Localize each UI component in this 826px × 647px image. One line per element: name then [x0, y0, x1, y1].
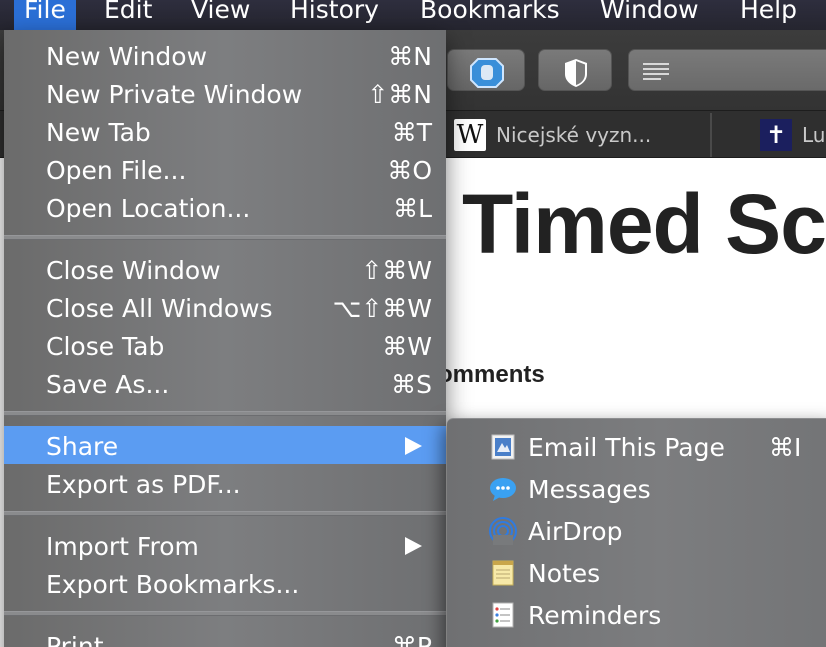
menu-item-close-all-windows[interactable]: Close All Windows ⌥⇧⌘W	[4, 288, 446, 326]
tab-separator	[710, 113, 712, 157]
share-item-email[interactable]: Email This Page ⌘I	[447, 427, 826, 467]
shield-icon	[565, 59, 587, 87]
menu-item-label: Save As...	[46, 370, 170, 399]
airdrop-icon	[489, 517, 517, 545]
menu-item-save-as[interactable]: Save As... ⌘S	[4, 364, 446, 402]
share-item-label: Email This Page	[528, 433, 725, 462]
menu-separator	[4, 235, 446, 240]
share-item-airdrop[interactable]: AirDrop	[447, 511, 826, 551]
menu-item-label: New Private Window	[46, 80, 303, 109]
menu-separator	[4, 611, 446, 616]
tab-cross[interactable]: ✝ Lu	[760, 111, 825, 158]
menu-item-shortcut: ⌘P	[391, 632, 432, 647]
page-title: Timed Scr	[462, 177, 826, 271]
menu-item-label: Print	[46, 632, 104, 647]
menu-item-label: Close Window	[46, 256, 221, 285]
menu-item-label: Close Tab	[46, 332, 165, 361]
submenu-arrow-icon	[405, 437, 422, 455]
menu-window[interactable]: Window	[590, 0, 709, 30]
tab-label: Lu	[802, 122, 826, 147]
menu-item-label: Open File...	[46, 156, 187, 185]
reader-icon	[643, 63, 669, 80]
share-item-label: Notes	[528, 559, 601, 588]
menu-item-open-location[interactable]: Open Location... ⌘L	[4, 188, 446, 226]
stop-hand-icon	[470, 58, 504, 88]
menu-item-shortcut: ⇧⌘W	[361, 256, 432, 285]
share-item-notes[interactable]: Notes	[447, 553, 826, 593]
share-item-reminders[interactable]: Reminders	[447, 595, 826, 635]
menu-item-close-tab[interactable]: Close Tab ⌘W	[4, 326, 446, 364]
wikipedia-icon: W	[454, 118, 486, 151]
share-submenu: Email This Page ⌘I Messages AirDrop Note…	[447, 418, 826, 647]
menu-item-shortcut: ⌘W	[382, 332, 432, 361]
menu-item-new-window[interactable]: New Window ⌘N	[4, 36, 446, 74]
menu-item-shortcut: ⌘S	[391, 370, 432, 399]
share-item-shortcut: ⌘I	[769, 433, 802, 462]
menu-history[interactable]: History	[280, 0, 389, 30]
menu-item-label: New Tab	[46, 118, 151, 147]
menu-bar: File Edit View History Bookmarks Window …	[0, 0, 826, 30]
menu-item-new-tab[interactable]: New Tab ⌘T	[4, 112, 446, 150]
menu-bookmarks[interactable]: Bookmarks	[410, 0, 570, 30]
menu-item-shortcut: ⌥⇧⌘W	[332, 294, 432, 323]
menu-item-shortcut: ⌘T	[391, 118, 432, 147]
menu-item-close-window[interactable]: Close Window ⇧⌘W	[4, 250, 446, 288]
notes-icon	[492, 560, 514, 586]
tab-wikipedia[interactable]: W Nicejské vyzn...	[454, 111, 651, 158]
menu-help[interactable]: Help	[730, 0, 807, 30]
menu-item-open-file[interactable]: Open File... ⌘O	[4, 150, 446, 188]
messages-icon	[490, 478, 516, 501]
tab-label: Nicejské vyzn...	[496, 122, 652, 147]
submenu-arrow-icon	[405, 537, 422, 555]
share-item-label: Reminders	[528, 601, 662, 630]
menu-item-new-private-window[interactable]: New Private Window ⇧⌘N	[4, 74, 446, 112]
menu-item-shortcut: ⌘N	[388, 42, 432, 71]
menu-item-label: New Window	[46, 42, 208, 71]
content-blocker-button[interactable]	[447, 49, 525, 91]
privacy-shield-button[interactable]	[538, 49, 612, 91]
comments-heading: omments	[438, 361, 545, 388]
menu-item-share[interactable]: Share	[4, 426, 446, 464]
menu-item-label: Share	[46, 432, 119, 461]
menu-file[interactable]: File	[14, 0, 76, 30]
menu-item-label: Open Location...	[46, 194, 251, 223]
menu-item-shortcut: ⌘O	[387, 156, 432, 185]
menu-item-label: Export Bookmarks...	[46, 570, 300, 599]
menu-item-export-pdf[interactable]: Export as PDF...	[4, 464, 446, 502]
menu-item-label: Import From	[46, 532, 199, 561]
menu-item-shortcut: ⇧⌘N	[367, 80, 432, 109]
menu-separator	[4, 511, 446, 516]
reminders-icon	[492, 602, 514, 628]
share-item-messages[interactable]: Messages	[447, 469, 826, 509]
cross-icon: ✝	[760, 118, 792, 151]
menu-edit[interactable]: Edit	[94, 0, 162, 30]
address-bar[interactable]	[628, 49, 826, 91]
menu-item-label: Close All Windows	[46, 294, 273, 323]
menu-view[interactable]: View	[181, 0, 260, 30]
menu-item-label: Export as PDF...	[46, 470, 241, 499]
menu-item-export-bookmarks[interactable]: Export Bookmarks...	[4, 564, 446, 602]
menu-item-print[interactable]: Print ⌘P	[4, 626, 446, 647]
menu-item-import-from[interactable]: Import From	[4, 526, 446, 564]
menu-separator	[4, 411, 446, 416]
share-item-label: AirDrop	[528, 517, 623, 546]
share-item-label: Messages	[528, 475, 651, 504]
mail-stamp-icon	[491, 434, 515, 460]
file-menu: New Window ⌘N New Private Window ⇧⌘N New…	[4, 30, 446, 647]
menu-item-shortcut: ⌘L	[393, 194, 432, 223]
